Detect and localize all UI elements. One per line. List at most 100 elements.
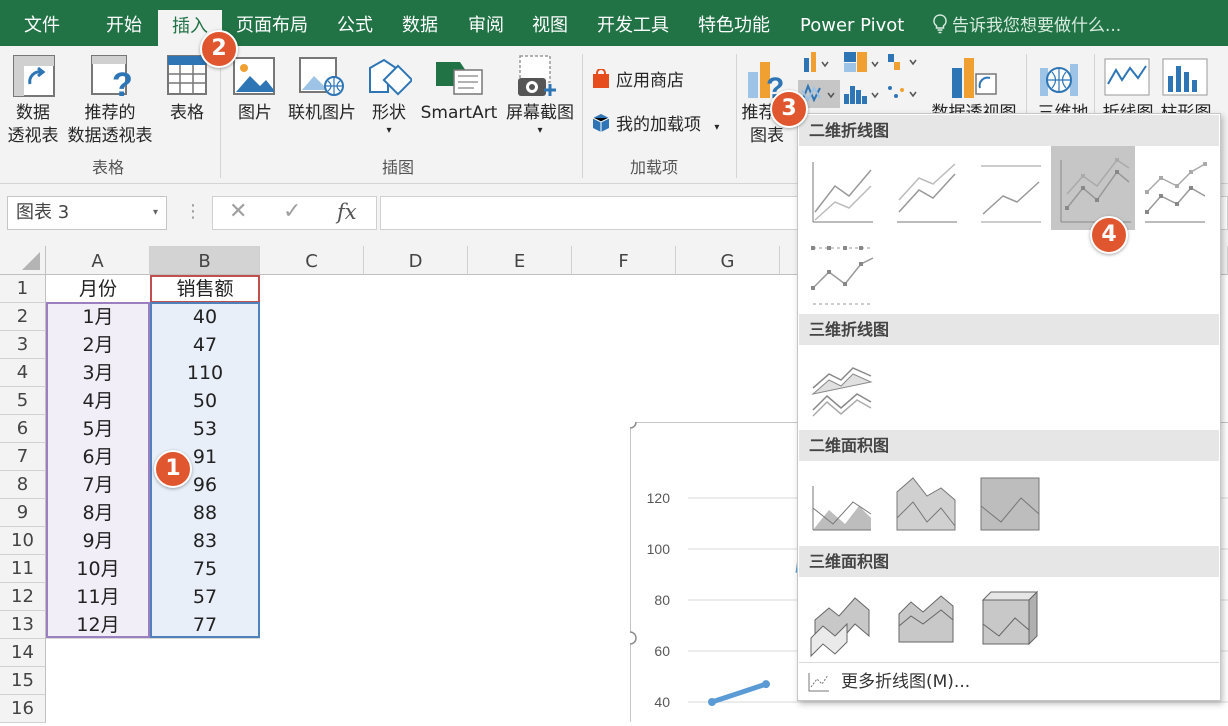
sales-cell[interactable]: 47 — [150, 331, 260, 359]
100-stacked-line-markers-chart-option[interactable] — [807, 238, 891, 322]
100-stacked-line-chart-option[interactable] — [975, 150, 1059, 234]
name-box-dropdown-icon[interactable]: ▾ — [153, 197, 158, 229]
row-header[interactable]: 9 — [0, 499, 46, 527]
column-header-a[interactable]: A — [46, 246, 150, 275]
area-chart-option[interactable] — [807, 466, 891, 550]
my-addins-button[interactable]: 我的加载项 ▾ — [592, 110, 719, 135]
name-box-value: 图表 3 — [16, 202, 70, 223]
stacked-line-chart-option[interactable] — [891, 150, 975, 234]
3d-area-chart-option[interactable] — [807, 580, 891, 664]
tab-formulas[interactable]: 公式 — [337, 0, 373, 46]
row-header[interactable]: 7 — [0, 443, 46, 471]
row-header[interactable]: 8 — [0, 471, 46, 499]
recommended-charts-label-2: 图表 — [750, 126, 784, 146]
tab-review[interactable]: 审阅 — [468, 0, 504, 46]
3d-stacked-area-chart-option[interactable] — [891, 580, 975, 664]
month-cell[interactable]: 9月 — [46, 527, 150, 555]
month-cell[interactable]: 10月 — [46, 555, 150, 583]
app-store-button[interactable]: 应用商店 — [592, 66, 684, 91]
sales-cell[interactable]: 40 — [150, 303, 260, 331]
month-cell[interactable]: 11月 — [46, 583, 150, 611]
smartart-icon — [436, 62, 483, 95]
insert-function-icon[interactable]: fx — [337, 200, 357, 224]
column-header-e[interactable]: E — [468, 246, 572, 275]
tab-developer[interactable]: 开发工具 — [597, 0, 669, 46]
stacked-area-chart-option[interactable] — [891, 466, 975, 550]
screenshot-button[interactable]: 屏幕截图 ▾ — [500, 102, 580, 137]
pivot-table-button[interactable]: 数据 透视表 — [0, 102, 66, 148]
name-box[interactable]: 图表 3 ▾ — [7, 196, 167, 230]
statistic-chart-icon[interactable] — [842, 80, 880, 106]
month-cell[interactable]: 1月 — [46, 303, 150, 331]
tab-special-features[interactable]: 特色功能 — [698, 0, 770, 46]
row-header[interactable]: 10 — [0, 527, 46, 555]
row-header[interactable]: 16 — [0, 695, 46, 723]
shapes-button[interactable]: 形状 ▾ — [364, 102, 414, 137]
tell-me-search[interactable]: 告诉我您想要做什么... — [932, 0, 1121, 46]
online-picture-button[interactable]: 联机图片 — [284, 102, 360, 125]
month-cell[interactable]: 7月 — [46, 471, 150, 499]
month-cell[interactable]: 8月 — [46, 499, 150, 527]
row-header[interactable]: 14 — [0, 639, 46, 667]
sales-cell[interactable]: 77 — [150, 611, 260, 639]
column-chart-icon[interactable] — [800, 50, 830, 74]
addin-cube-icon — [592, 114, 610, 132]
month-cell[interactable]: 5月 — [46, 415, 150, 443]
sales-cell[interactable]: 75 — [150, 555, 260, 583]
column-header-c[interactable]: C — [260, 246, 364, 275]
tab-data[interactable]: 数据 — [402, 0, 438, 46]
ribbon-tab-bar: 文件 开始 插入 页面布局 公式 数据 审阅 视图 开发工具 特色功能 Powe… — [0, 0, 1228, 46]
header-cell-sales[interactable]: 销售额 — [150, 275, 260, 303]
cancel-icon[interactable]: ✕ — [229, 199, 247, 224]
3d-line-chart-option[interactable] — [807, 350, 891, 434]
line-with-markers-chart-option[interactable] — [1051, 146, 1135, 230]
enter-icon[interactable]: ✓ — [283, 199, 301, 224]
sales-cell[interactable]: 110 — [150, 359, 260, 387]
row-header[interactable]: 6 — [0, 415, 46, 443]
row-header[interactable]: 5 — [0, 387, 46, 415]
tab-power-pivot[interactable]: Power Pivot — [800, 0, 904, 46]
100-stacked-area-chart-option[interactable] — [975, 466, 1059, 550]
sales-cell[interactable]: 53 — [150, 415, 260, 443]
row-header[interactable]: 1 — [0, 275, 46, 303]
row-header[interactable]: 4 — [0, 359, 46, 387]
row-header[interactable]: 12 — [0, 583, 46, 611]
more-line-charts-option[interactable]: 更多折线图(M)... — [799, 662, 1219, 700]
header-cell-month[interactable]: 月份 — [46, 275, 150, 303]
combo-chart-icon[interactable] — [884, 80, 924, 108]
stacked-line-markers-chart-option[interactable] — [1139, 150, 1223, 234]
tab-page-layout[interactable]: 页面布局 — [236, 0, 308, 46]
month-cell[interactable]: 12月 — [46, 611, 150, 639]
month-cell[interactable]: 3月 — [46, 359, 150, 387]
scatter-chart-icon[interactable] — [884, 50, 924, 74]
picture-button[interactable]: 图片 — [228, 102, 282, 125]
column-header-g[interactable]: G — [676, 246, 780, 275]
tab-file[interactable]: 文件 — [24, 0, 60, 46]
smartart-button[interactable]: SmartArt — [418, 102, 500, 125]
tab-home[interactable]: 开始 — [106, 0, 142, 46]
month-cell[interactable]: 2月 — [46, 331, 150, 359]
shapes-dropdown-icon: ▾ — [386, 125, 392, 136]
sales-cell[interactable]: 88 — [150, 499, 260, 527]
row-header[interactable]: 15 — [0, 667, 46, 695]
column-header-b[interactable]: B — [150, 246, 260, 275]
tab-view[interactable]: 视图 — [532, 0, 568, 46]
3d-100-stacked-area-chart-option[interactable] — [975, 580, 1059, 664]
sales-cell[interactable]: 57 — [150, 583, 260, 611]
callout-marker-4: 4 — [1090, 216, 1128, 254]
hierarchy-chart-icon[interactable] — [842, 50, 880, 74]
row-header[interactable]: 3 — [0, 331, 46, 359]
row-header[interactable]: 2 — [0, 303, 46, 331]
column-header-d[interactable]: D — [364, 246, 468, 275]
sales-cell[interactable]: 83 — [150, 527, 260, 555]
line-chart-option[interactable] — [807, 150, 891, 234]
column-header-f[interactable]: F — [572, 246, 676, 275]
sales-cell[interactable]: 50 — [150, 387, 260, 415]
month-cell[interactable]: 6月 — [46, 443, 150, 471]
table-button[interactable]: 表格 — [160, 102, 214, 125]
row-header[interactable]: 13 — [0, 611, 46, 639]
row-header[interactable]: 11 — [0, 555, 46, 583]
select-all-corner[interactable] — [0, 246, 46, 275]
month-cell[interactable]: 4月 — [46, 387, 150, 415]
recommended-pivot-button[interactable]: 推荐的 数据透视表 — [64, 102, 156, 148]
